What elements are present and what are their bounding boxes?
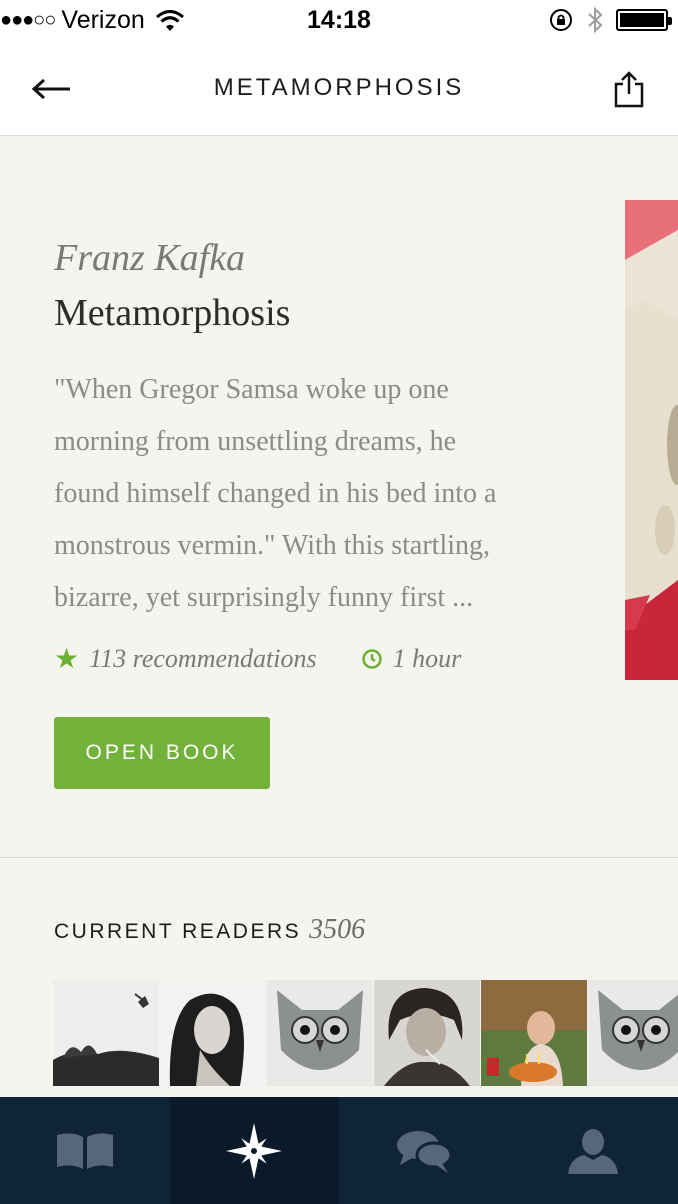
rotation-lock-icon xyxy=(550,9,572,31)
tab-profile[interactable] xyxy=(509,1097,678,1204)
compass-star-icon xyxy=(226,1122,283,1179)
description-line: morning from unsettling dreams, he xyxy=(54,426,457,457)
status-bar: ●●●○○ Verizon 14:18 xyxy=(0,0,678,42)
open-book-button[interactable]: OPEN BOOK xyxy=(54,717,270,789)
reading-duration: 1 hour xyxy=(392,644,462,673)
book-title: Metamorphosis xyxy=(54,292,291,334)
star-icon: ★ xyxy=(54,644,80,675)
reader-avatar[interactable] xyxy=(481,980,587,1086)
clock-icon xyxy=(361,649,382,669)
book-cover-image[interactable] xyxy=(625,200,678,680)
recommendations-count: 113 recommendations xyxy=(89,644,317,673)
bluetooth-icon xyxy=(588,6,603,34)
description-line: monstrous vermin." With this startling, xyxy=(54,530,490,561)
reader-avatar[interactable] xyxy=(53,980,159,1086)
book-meta: ★ 113 recommendations 1 hour xyxy=(54,642,461,676)
description-line: bizarre, yet surprisingly funny first ..… xyxy=(54,582,474,613)
tab-chat[interactable] xyxy=(339,1097,509,1204)
book-description: "When Gregor Samsa woke up one morning f… xyxy=(54,364,584,624)
open-book-icon xyxy=(56,1132,113,1169)
book-detail-section: Franz Kafka Metamorphosis "When Gregor S… xyxy=(0,136,678,858)
tab-bar xyxy=(0,1097,678,1204)
current-readers-label: CURRENT READERS xyxy=(54,920,302,943)
description-line: found himself changed in his bed into a xyxy=(54,478,497,509)
reader-avatar[interactable] xyxy=(160,980,266,1086)
book-author[interactable]: Franz Kafka xyxy=(54,236,245,280)
tab-library[interactable] xyxy=(0,1097,170,1204)
navigation-bar: METAMORPHOSIS xyxy=(0,42,678,136)
person-icon xyxy=(568,1128,619,1174)
tab-discover[interactable] xyxy=(169,1097,339,1204)
current-readers-header: CURRENT READERS 3506 xyxy=(54,914,365,946)
description-line: "When Gregor Samsa woke up one xyxy=(54,374,449,405)
share-icon[interactable] xyxy=(614,70,644,108)
reader-avatar[interactable] xyxy=(374,980,480,1086)
current-readers-count: 3506 xyxy=(309,914,366,945)
page-title: METAMORPHOSIS xyxy=(213,74,465,101)
reader-avatar[interactable] xyxy=(588,980,678,1086)
chat-bubbles-icon xyxy=(396,1130,452,1173)
battery-icon xyxy=(616,9,672,31)
reader-avatars xyxy=(53,980,678,1086)
reader-avatar[interactable] xyxy=(267,980,373,1086)
